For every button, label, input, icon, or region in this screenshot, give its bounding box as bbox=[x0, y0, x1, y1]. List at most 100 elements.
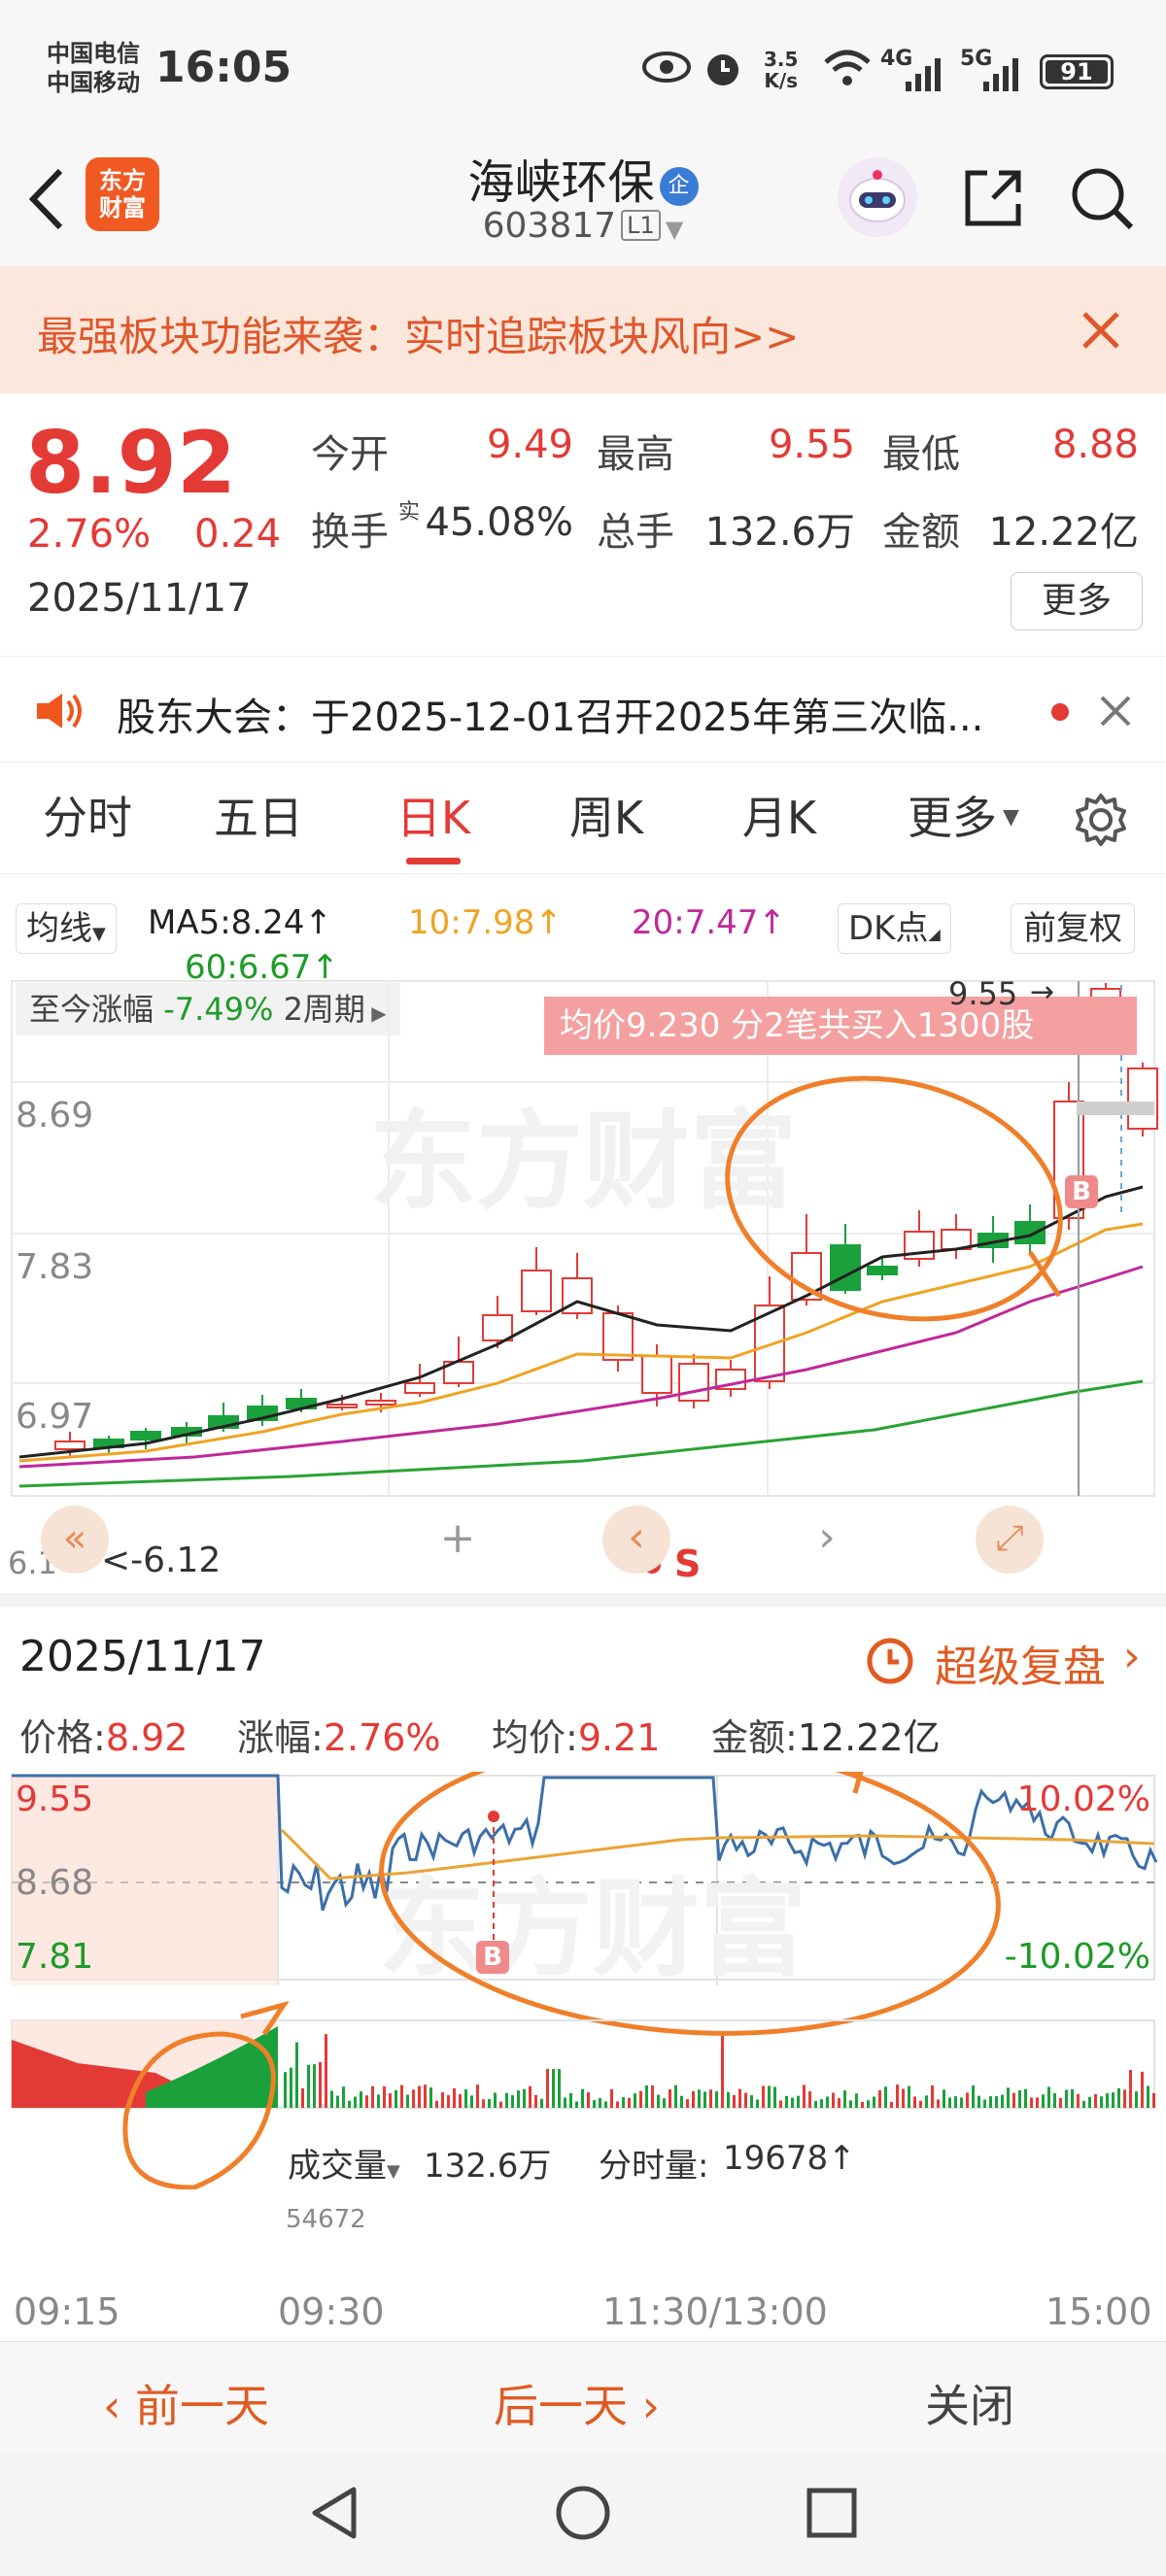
dk-point-corner-icon: ◢ bbox=[928, 925, 941, 943]
volume-bar bbox=[634, 2093, 636, 2108]
level-dropdown-icon[interactable]: ▼ bbox=[666, 216, 683, 243]
zoom-in-icon[interactable]: + bbox=[424, 1506, 492, 1574]
volume-bar bbox=[482, 2099, 485, 2108]
volume-select[interactable]: 成交量▼ bbox=[288, 2139, 400, 2186]
volume-bar bbox=[371, 2085, 374, 2108]
prev-chevron-icon: ‹ bbox=[103, 2380, 136, 2432]
more-button[interactable]: 更多 bbox=[1011, 572, 1143, 630]
promo-text[interactable]: 最强板块功能来袭：实时追踪板块风向>> bbox=[37, 304, 799, 363]
level-badge[interactable]: L1 bbox=[621, 210, 661, 241]
settings-gear-icon[interactable] bbox=[1073, 792, 1129, 852]
amount-value: 12.22亿 bbox=[988, 510, 1139, 555]
robot-avatar[interactable] bbox=[838, 157, 917, 237]
prev-day-button[interactable]: ‹ 前一天 bbox=[103, 2371, 269, 2435]
notice-text[interactable]: 股东大会：于2025-12-01召开2025年第三次临... bbox=[117, 686, 983, 742]
low-marker: <-6.12 bbox=[101, 1541, 222, 1580]
intraday-chg-label: 涨幅: bbox=[237, 1716, 324, 1759]
next-day-button[interactable]: 后一天 › bbox=[494, 2371, 660, 2435]
dk-point-label: DK点 bbox=[848, 909, 929, 948]
volume-bar bbox=[931, 2085, 934, 2108]
volume-bar bbox=[628, 2097, 631, 2108]
volume-bar bbox=[435, 2100, 438, 2108]
fs-buy-marker: B bbox=[476, 1941, 509, 1974]
volume-bar bbox=[330, 2090, 333, 2108]
volume-bar bbox=[494, 2092, 497, 2108]
dk-point-button[interactable]: DK点◢ bbox=[838, 903, 951, 954]
tab-more[interactable]: 更多 bbox=[894, 763, 1011, 874]
volume-bar bbox=[791, 2097, 794, 2108]
tab-yuek[interactable]: 月K bbox=[711, 763, 847, 874]
ma5-value: MA5:8.24↑ bbox=[148, 903, 332, 942]
daily-k-chart[interactable]: 均线▼ MA5:8.24↑ 10:7.98↑ 20:7.47↑ 60:6.67↑… bbox=[0, 874, 1166, 1593]
high-value: 9.55 bbox=[768, 423, 855, 467]
replay-chevron-icon[interactable]: › bbox=[1123, 1632, 1141, 1681]
close-button[interactable]: 关闭 bbox=[925, 2371, 1014, 2435]
intraday-chart-canvas[interactable]: 东方财富 bbox=[0, 1772, 1166, 2189]
close-icon[interactable] bbox=[1079, 308, 1123, 356]
volume-bar bbox=[733, 2094, 736, 2108]
tab-fenshi[interactable]: 分时 bbox=[19, 763, 155, 874]
search-icon[interactable] bbox=[1067, 163, 1137, 237]
super-replay-link[interactable]: 超级复盘 bbox=[935, 1632, 1106, 1694]
volume-bar bbox=[1047, 2086, 1050, 2108]
volume-bar bbox=[703, 2091, 706, 2108]
volume-bar bbox=[919, 2100, 922, 2108]
volume-bar bbox=[913, 2096, 916, 2108]
volume-bar bbox=[1094, 2093, 1097, 2108]
scroll-left-fast-icon[interactable]: « bbox=[41, 1506, 109, 1574]
volume-bar bbox=[1147, 2085, 1149, 2108]
ma-select[interactable]: 均线▼ bbox=[16, 903, 117, 954]
scroll-right-icon[interactable]: › bbox=[793, 1506, 861, 1574]
scroll-left-icon[interactable]: ‹ bbox=[602, 1506, 670, 1574]
candle-body bbox=[482, 1314, 513, 1341]
replay-clock-icon[interactable] bbox=[865, 1636, 915, 1690]
alarm-icon bbox=[702, 47, 744, 93]
volume-bar bbox=[773, 2086, 776, 2108]
signal-icon-2 bbox=[981, 54, 1024, 97]
notice-bar[interactable]: 股东大会：于2025-12-01召开2025年第三次临... bbox=[0, 656, 1166, 763]
fullscreen-icon[interactable]: ⤢ bbox=[976, 1506, 1044, 1574]
tab-zhouk[interactable]: 周K bbox=[538, 763, 674, 874]
volume-bar bbox=[843, 2090, 846, 2108]
fuquan-button[interactable]: 前复权 bbox=[1011, 903, 1135, 954]
share-icon[interactable] bbox=[958, 163, 1028, 237]
candle-body bbox=[404, 1382, 435, 1394]
high-marker-arrow-icon: → bbox=[1030, 975, 1055, 1009]
volume-bar bbox=[360, 2091, 362, 2108]
ma5-line bbox=[18, 1185, 1144, 1459]
intraday-price: 8.92 bbox=[105, 1716, 189, 1759]
nav-recents-icon[interactable] bbox=[805, 2486, 859, 2544]
volume-bar bbox=[593, 2100, 596, 2108]
volume-bar bbox=[838, 2098, 840, 2108]
promo-banner[interactable]: 最强板块功能来袭：实时追踪板块风向>> bbox=[0, 267, 1166, 393]
volume-bar bbox=[977, 2095, 980, 2108]
volume-bar bbox=[1106, 2093, 1109, 2108]
ma10-line bbox=[18, 1222, 1144, 1463]
amount-label: 金额 bbox=[882, 510, 960, 555]
stock-name: 海峡环保 bbox=[467, 155, 655, 210]
notice-close-icon[interactable] bbox=[1098, 694, 1133, 732]
nav-home-icon[interactable] bbox=[554, 2484, 612, 2546]
volume-bar bbox=[960, 2097, 963, 2108]
tab-wuri[interactable]: 五日 bbox=[190, 763, 326, 874]
volume-bar bbox=[1012, 2092, 1015, 2108]
volume-bar bbox=[686, 2099, 689, 2108]
volume-bar bbox=[342, 2086, 345, 2108]
volume-total: 132.6万 bbox=[424, 2147, 552, 2186]
intraday-panel[interactable]: 2025/11/17 超级复盘 › 价格:8.92 涨幅:2.76% 均价:9.… bbox=[0, 1593, 1166, 2341]
candle-body bbox=[365, 1400, 396, 1406]
volume-bar bbox=[453, 2087, 456, 2108]
volume-bar bbox=[1036, 2097, 1039, 2108]
nav-back-icon[interactable] bbox=[307, 2484, 361, 2546]
sell-marker: S bbox=[674, 1542, 702, 1585]
volume-bar bbox=[925, 2095, 928, 2108]
unread-dot bbox=[1051, 703, 1069, 721]
candle-body bbox=[678, 1363, 709, 1402]
volume-bar bbox=[441, 2092, 444, 2108]
volume-bar bbox=[622, 2096, 625, 2108]
tab-more-dropdown-icon[interactable]: ▼ bbox=[1003, 805, 1019, 830]
volume-bar bbox=[307, 2064, 310, 2108]
tick-volume: 19678↑ bbox=[723, 2139, 856, 2178]
volume-bar bbox=[1042, 2094, 1045, 2108]
volume-bar bbox=[348, 2100, 351, 2108]
